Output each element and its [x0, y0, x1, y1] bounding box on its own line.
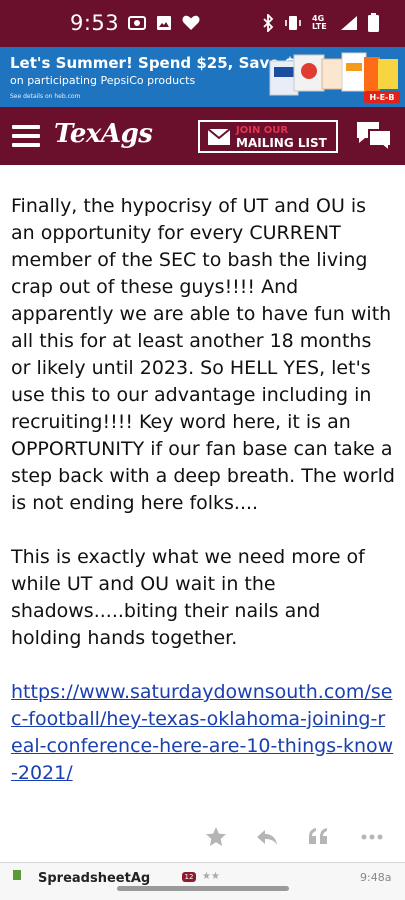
bluetooth-icon	[263, 13, 274, 32]
ad-headline: Let's Summer! Spend $25, Save $5	[10, 54, 306, 72]
menu-icon[interactable]	[12, 125, 40, 147]
ad-fine-print: See details on heb.com	[10, 93, 81, 100]
signal-icon	[341, 15, 357, 30]
post-actions	[200, 826, 400, 850]
more-options-icon[interactable]	[360, 826, 384, 848]
post-body: Finally, the hypocrisy of UT and OU is a…	[11, 193, 395, 787]
home-indicator[interactable]	[117, 886, 289, 891]
clock: 9:53	[70, 11, 120, 35]
post-paragraph: This is exactly what we need more of whi…	[11, 546, 365, 649]
mailing-list-line2: MAILING LIST	[236, 135, 327, 150]
envelope-icon	[208, 128, 230, 145]
post-paragraph: Finally, the hypocrisy of UT and OU is a…	[11, 195, 395, 514]
status-bar: 9:53 4G LTE	[0, 0, 405, 47]
ad-brand-logo: H-E-B	[370, 93, 395, 102]
ad-subtext: on participating PepsiCo products	[10, 74, 196, 87]
post-time: 9:48a	[360, 871, 392, 884]
top-nav: TexAgs JOIN OUR MAILING LIST	[0, 107, 405, 165]
mailing-list-button[interactable]: JOIN OUR MAILING LIST	[198, 120, 338, 153]
chat-icon[interactable]	[355, 120, 393, 152]
star-icon[interactable]	[205, 826, 227, 848]
quote-icon[interactable]	[307, 826, 329, 848]
ad-products-image: H-E-B	[269, 52, 400, 103]
post-link[interactable]: https://www.saturdaydownsouth.com/sec-fo…	[11, 681, 393, 784]
heart-icon	[182, 15, 200, 30]
network-type: 4G LTE	[312, 13, 327, 31]
reply-icon[interactable]	[256, 826, 278, 848]
rating-stars-icon: ★★	[202, 871, 220, 882]
battery-icon	[368, 13, 379, 32]
username[interactable]: SpreadsheetAg	[38, 871, 150, 886]
site-logo[interactable]: TexAgs	[54, 119, 153, 149]
vibrate-icon	[285, 15, 301, 30]
user-badge: 12	[182, 872, 196, 882]
mailing-list-line1: JOIN OUR	[236, 124, 289, 136]
ad-banner[interactable]: Let's Summer! Spend $25, Save $5 on part…	[0, 47, 405, 107]
user-icon	[13, 870, 21, 880]
next-post-header[interactable]: SpreadsheetAg 12 ★★ 9:48a	[0, 863, 405, 900]
screenshot-icon	[128, 16, 146, 30]
gallery-icon	[157, 16, 171, 30]
